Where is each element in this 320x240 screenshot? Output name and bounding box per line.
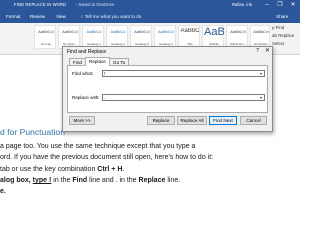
tell-me-search[interactable]: ♀ Tell me what you want to do [80, 14, 141, 19]
find-next-button[interactable]: Find Next [209, 116, 237, 125]
share-button[interactable]: Share [276, 14, 288, 19]
replace-all-button[interactable]: Replace All [177, 116, 207, 125]
more-button[interactable]: More >> [69, 116, 95, 125]
bold-text: Find [72, 177, 88, 184]
replace-command[interactable]: ab Replace [272, 33, 294, 38]
document-title: FIND REPLACE IN WORD [14, 2, 67, 7]
style-preview: AaBbCcI [134, 29, 150, 34]
save-status: - Saved to OneDrive [76, 2, 114, 7]
style-preview: AaBbCcI [158, 29, 174, 34]
shortcut-text: Ctrl + H [97, 166, 123, 173]
style-preview: AaBbCc [86, 29, 102, 34]
body-text: . [122, 166, 125, 173]
minimize-icon[interactable]: – [262, 1, 272, 10]
style-preview: AaB [204, 26, 224, 38]
cancel-button[interactable]: Cancel [240, 116, 267, 125]
tab-replace[interactable]: Replace [85, 57, 110, 66]
find-what-value: ! [104, 71, 106, 76]
body-text: in the [51, 177, 73, 184]
replace-with-value: . [104, 95, 106, 100]
bold-text: Replace [138, 177, 166, 184]
style-preview: AaBbCcI [62, 29, 78, 34]
replace-with-label: Replace with: [72, 95, 100, 100]
close-window-icon[interactable]: ✕ [288, 1, 298, 10]
chevron-down-icon[interactable]: ▾ [258, 71, 264, 76]
ribbon-tab-bar: Format Review View ♀ Tell me what you wa… [0, 11, 300, 23]
find-command[interactable]: ρ Find [272, 25, 284, 30]
style-preview: AaBbC [180, 28, 200, 34]
body-text: tab or use the key combination [0, 166, 98, 173]
close-icon[interactable]: ✕ [263, 47, 272, 55]
chevron-down-icon[interactable]: ▾ [258, 95, 264, 100]
tab-format[interactable]: Format [6, 14, 21, 19]
body-line-5: e. [0, 188, 6, 195]
style-preview: AaBbCcI [38, 29, 54, 34]
style-preview: AaBbCc [110, 29, 126, 34]
dialog-title: Find and Replace [67, 49, 107, 55]
style-name: Normal [41, 42, 51, 46]
body-line-4: alog box, type ! in the Find line and . … [0, 177, 180, 184]
replace-button[interactable]: Replace [147, 116, 175, 125]
bold-text: e. [0, 188, 6, 195]
section-heading: d for Punctuation [0, 127, 65, 137]
tab-review[interactable]: Review [30, 14, 45, 19]
style-preview: AaBbCcI [230, 29, 246, 34]
find-replace-dialog: Find and Replace ? ✕ Find Replace Go To … [62, 46, 273, 132]
body-line-2: ord. If you have the previous document s… [0, 154, 214, 161]
tab-view[interactable]: View [56, 14, 66, 19]
find-what-input[interactable]: ! ▾ [102, 70, 265, 77]
user-name[interactable]: Rafiee, ink [232, 2, 252, 7]
replace-panel: Find what: ! ▾ Replace with: . ▾ [67, 65, 268, 113]
replace-with-input[interactable]: . ▾ [102, 94, 265, 101]
select-command[interactable]: Select [272, 41, 284, 46]
find-what-label: Find what: [72, 71, 94, 76]
title-bar: FIND REPLACE IN WORD - Saved to OneDrive… [0, 0, 300, 11]
body-text: line. [165, 177, 181, 184]
body-text: line and . in the [87, 177, 139, 184]
body-line-1: a page too. You use the same technique e… [0, 143, 196, 150]
style-preview: AaBbCcI [253, 29, 269, 34]
bold-text: alog box, [0, 177, 33, 184]
body-line-3: tab or use the key combination Ctrl + H. [0, 166, 124, 173]
restore-icon[interactable]: ❐ [275, 1, 285, 10]
help-icon[interactable]: ? [253, 47, 262, 55]
underlined-text: type ! [32, 177, 52, 184]
style-normal[interactable]: AaBbCcI Normal [34, 25, 56, 49]
